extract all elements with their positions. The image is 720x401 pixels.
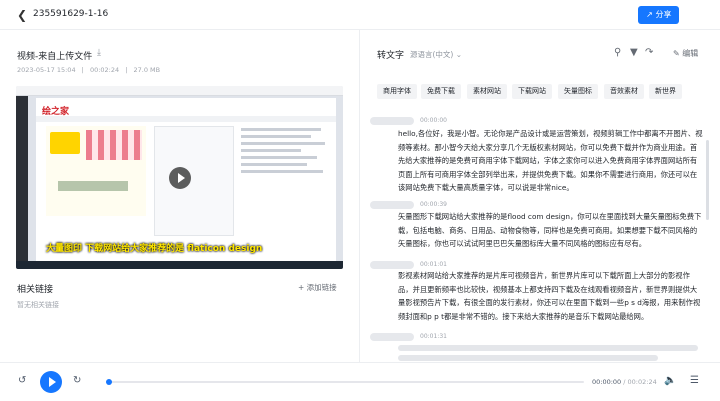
video-site-nav	[36, 116, 336, 122]
add-link-button[interactable]: + 添加链接	[298, 282, 337, 293]
download-icon[interactable]: ⤓	[97, 48, 101, 58]
keyword-tag[interactable]: 免费下载	[421, 84, 461, 99]
top-bar: ❮ 235591629-1-16 ↗ 分享	[0, 0, 720, 30]
share-button[interactable]: ↗ 分享	[638, 6, 679, 24]
language-selector[interactable]: 源语言(中文) ⌄	[410, 49, 462, 60]
video-content-panel	[154, 126, 234, 236]
speaker-avatar	[370, 201, 414, 209]
volume-icon[interactable]: 🔈	[664, 375, 676, 386]
media-date: 2023-05-17 15:04	[17, 66, 76, 74]
segment-text-placeholder	[398, 345, 698, 351]
share-icon: ↗	[646, 10, 653, 19]
keyword-tag[interactable]: 下载网站	[512, 84, 552, 99]
video-sidebar	[16, 96, 28, 261]
playback-time: 00:00:00 / 00:02:24	[592, 378, 657, 386]
back-arrow-icon[interactable]: ❮	[17, 8, 27, 22]
current-time: 00:00:00	[592, 378, 622, 386]
video-taskbar	[16, 261, 343, 269]
media-duration: 00:02:24	[89, 66, 120, 74]
segment-timestamp[interactable]: 00:00:39	[420, 201, 447, 208]
segment-timestamp[interactable]: 00:01:31	[420, 333, 447, 340]
media-meta: 2023-05-17 15:04 | 00:02:24 | 27.0 MB	[17, 66, 161, 74]
speaker-avatar	[370, 117, 414, 125]
search-icon[interactable]: ⚲	[614, 47, 621, 58]
forward-15-icon[interactable]: ↻	[73, 375, 81, 386]
video-play-icon[interactable]	[169, 167, 191, 189]
video-subtitle: 大量图印 下载网站给大家推荐的是 flaticon design	[46, 244, 263, 254]
segment-text: 矢量图形下载网站给大家推荐的是flood com design，你可以在里面找到…	[398, 212, 702, 248]
media-size: 27.0 MB	[133, 66, 161, 74]
segment-text-placeholder	[398, 355, 658, 361]
language-label: 源语言(中文)	[410, 50, 454, 59]
keyword-tag[interactable]: 商用字体	[377, 84, 417, 99]
segment-timestamp[interactable]: 00:01:01	[420, 261, 447, 268]
add-link-label: 添加链接	[306, 283, 337, 292]
speaker-avatar	[370, 333, 414, 341]
related-links-empty: 暂无相关链接	[17, 301, 59, 309]
rewind-15-icon[interactable]: ↺	[18, 375, 26, 386]
edit-label: 编辑	[682, 49, 699, 58]
panel-divider	[359, 30, 360, 362]
transcript-scrollbar[interactable]	[706, 140, 709, 220]
video-text-lines	[241, 128, 329, 177]
segment-text: hello,各位好，我是小智。无论你是产品设计或是运营策划，视频剪辑工作中都离不…	[398, 129, 703, 192]
video-browser-bar	[16, 86, 343, 96]
speaker-avatar	[370, 261, 414, 269]
keyword-tag[interactable]: 矢量图标	[558, 84, 598, 99]
export-icon[interactable]: ↷	[645, 47, 653, 58]
tab-transcript[interactable]: 转文字	[377, 48, 404, 61]
progress-track[interactable]	[108, 381, 584, 383]
play-button[interactable]	[40, 371, 62, 393]
document-title: 235591629-1-16	[33, 9, 109, 19]
edit-button[interactable]: ✎ 编辑	[673, 48, 698, 59]
settings-icon[interactable]: ☰	[690, 375, 699, 386]
progress-handle[interactable]	[106, 379, 112, 385]
share-label: 分享	[655, 10, 672, 19]
media-title: 视频-来自上传文件	[17, 52, 93, 62]
segment-timestamp[interactable]: 00:00:00	[420, 117, 447, 124]
video-banner-image	[46, 126, 146, 216]
filter-icon[interactable]: ▼	[630, 47, 638, 58]
segment-text: 影视素材网站给大家推荐的是片库可视频音片，新世界片库可以下载所面上大部分的影视作…	[398, 271, 701, 321]
keyword-tag[interactable]: 新世界	[649, 84, 682, 99]
related-links-title: 相关链接	[17, 285, 54, 295]
keyword-tag[interactable]: 素材网站	[467, 84, 507, 99]
total-time: 00:02:24	[627, 378, 657, 386]
keyword-tag[interactable]: 音效素材	[604, 84, 644, 99]
